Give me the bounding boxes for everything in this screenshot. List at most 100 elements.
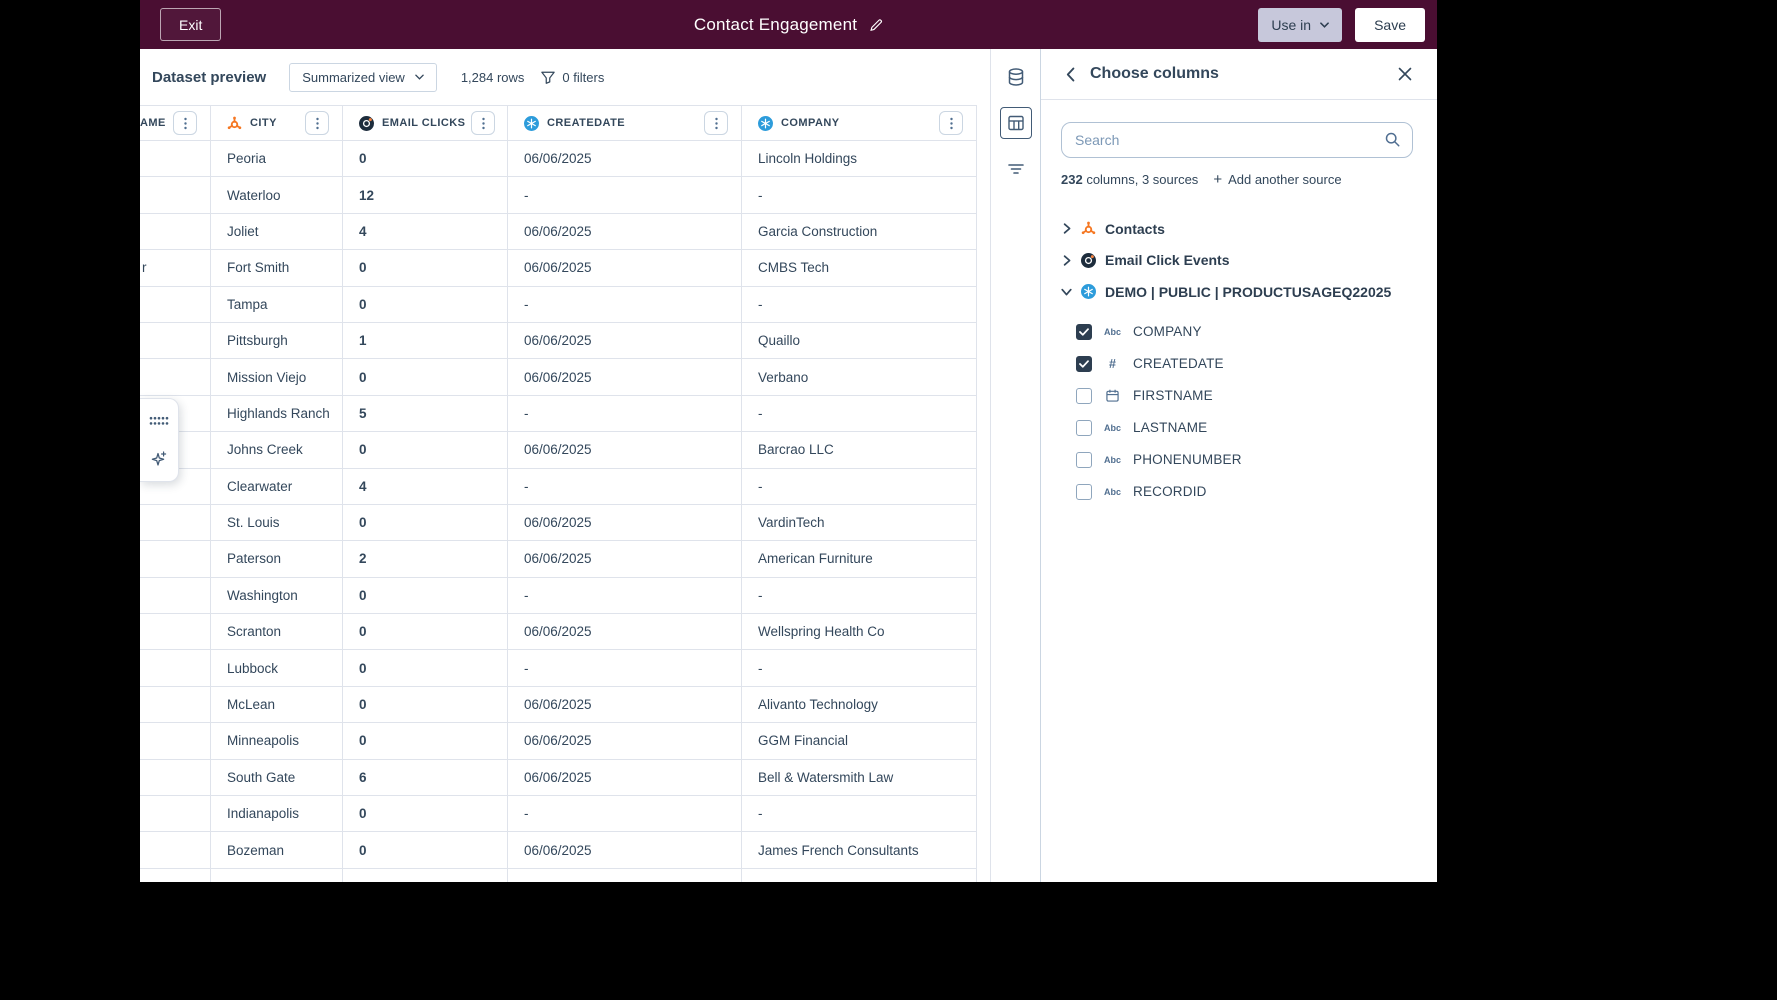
table-row[interactable]: r Fort Smith 0 06/06/2025 CMBS Tech xyxy=(140,250,977,287)
cell-company: CMBS Tech xyxy=(742,250,977,286)
choose-columns-panel: Choose columns 232 columns, 3 sources xyxy=(1040,49,1437,882)
table-row[interactable]: Washington 0- - xyxy=(140,577,977,615)
cell-city: Mission Viejo xyxy=(211,359,343,395)
filter-lines-icon xyxy=(1007,163,1024,175)
column-label: EMAIL CLICKS xyxy=(359,115,465,131)
save-button[interactable]: Save xyxy=(1355,7,1425,42)
cell-city: Tampa xyxy=(211,286,343,322)
checkbox[interactable] xyxy=(1076,451,1092,468)
column-option[interactable]: Abc LASTNAME xyxy=(1061,412,1413,444)
table-row[interactable]: Joliet 4 06/06/2025 Garcia Construction xyxy=(140,213,977,251)
filter-lines-view-button[interactable] xyxy=(1000,153,1032,185)
cell-city: Bozeman xyxy=(211,832,343,868)
column-menu-button[interactable] xyxy=(704,111,728,135)
cell-city: Minneapolis xyxy=(211,723,343,759)
column-menu-button[interactable] xyxy=(939,111,963,135)
kebab-icon xyxy=(949,117,953,130)
column-option[interactable]: Abc COMPANY xyxy=(1061,316,1413,348)
table-row[interactable]: Mission Viejo 0 06/06/2025 Verbano xyxy=(140,359,977,396)
checkbox[interactable] xyxy=(1076,419,1092,436)
source-item[interactable]: DEMO | PUBLIC | PRODUCTUSAGEQ22025 xyxy=(1061,276,1413,308)
cell-city xyxy=(211,868,343,882)
cell-createdate: 06/06/2025 xyxy=(508,322,742,359)
add-source-button[interactable]: + Add another source xyxy=(1213,172,1341,187)
add-source-label: Add another source xyxy=(1228,172,1342,187)
table-row[interactable]: Pittsburgh 1 06/06/2025 Quaillo xyxy=(140,322,977,360)
checkbox[interactable] xyxy=(1076,387,1092,404)
table-header-row: AME CITY EMAIL CLICKS CREATEDATE COMPANY xyxy=(140,105,977,141)
edit-title-pencil-icon[interactable] xyxy=(869,18,883,32)
table-row[interactable]: Peoria 0 06/06/2025 Lincoln Holdings xyxy=(140,141,977,178)
table-row[interactable]: Scranton 0 06/06/2025 Wellspring Health Co xyxy=(140,614,977,651)
table-row[interactable]: Clearwater 4- - xyxy=(140,468,977,505)
chevron-down-icon[interactable] xyxy=(1061,288,1072,296)
preview-toolbar: Dataset preview Summarized view 1,284 ro… xyxy=(140,49,990,105)
table-row[interactable]: McLean 0 06/06/2025 Alivanto Technology xyxy=(140,686,977,724)
cell-name xyxy=(140,650,211,686)
cell-city: Peoria xyxy=(211,141,343,177)
source-item[interactable]: Email Click Events xyxy=(1061,245,1413,277)
close-button[interactable] xyxy=(1396,65,1414,83)
column-menu-button[interactable] xyxy=(305,111,329,135)
column-option[interactable]: Abc RECORDID xyxy=(1061,476,1413,508)
cell-createdate: 06/06/2025 xyxy=(508,141,742,177)
cell-name xyxy=(140,541,211,577)
database-view-button[interactable] xyxy=(1000,61,1032,93)
table-row[interactable]: Indianapolis 0- - xyxy=(140,796,977,833)
cell-createdate: 06/06/2025 xyxy=(508,250,742,286)
table-row[interactable]: Lubbock 0- - xyxy=(140,650,977,687)
column-label: COMPANY xyxy=(758,115,840,131)
filters-button[interactable]: 0 filters xyxy=(541,70,604,85)
cell-city: St. Louis xyxy=(211,504,343,541)
checkbox[interactable] xyxy=(1076,355,1092,372)
checkbox[interactable] xyxy=(1076,323,1092,340)
cell-createdate: - xyxy=(508,650,742,686)
email-click-events-icon xyxy=(359,115,374,131)
table-row[interactable]: South Gate 6 06/06/2025 Bell & Watersmith L… xyxy=(140,759,977,797)
table-row[interactable]: Johns Creek 0 06/06/2025 Barcrao LLC xyxy=(140,432,977,469)
chevron-right-icon[interactable] xyxy=(1061,223,1072,234)
table-row[interactable]: Paterson 2 06/06/2025 American Furniture xyxy=(140,541,977,578)
source-label: Contacts xyxy=(1105,220,1165,237)
column-option[interactable]: Abc PHONENUMBER xyxy=(1061,444,1413,476)
table-body: Peoria 0 06/06/2025 Lincoln Holdings Waterlo… xyxy=(140,141,977,882)
hash-type-icon: # xyxy=(1109,356,1116,371)
table-row[interactable]: Highlands Ranch 5- - xyxy=(140,395,977,433)
source-item[interactable]: Contacts xyxy=(1061,213,1413,245)
table-row[interactable]: St. Louis 0 06/06/2025 VardinTech xyxy=(140,504,977,542)
column-option[interactable]: FIRSTNAME xyxy=(1061,380,1413,412)
table-row[interactable] xyxy=(140,868,977,882)
chevron-right-icon[interactable] xyxy=(1061,255,1072,266)
cell-city: Highlands Ranch xyxy=(211,395,343,432)
column-menu-button[interactable] xyxy=(471,111,496,135)
table-view-button[interactable] xyxy=(999,107,1032,139)
use-in-button[interactable]: Use in xyxy=(1258,7,1343,42)
column-option[interactable]: # CREATEDATE xyxy=(1061,348,1413,380)
column-menu-button[interactable] xyxy=(173,111,197,135)
back-button[interactable] xyxy=(1064,65,1077,84)
table-row[interactable]: Bozeman 0 06/06/2025 James French Consultan… xyxy=(140,832,977,869)
cell-createdate: 06/06/2025 xyxy=(508,541,742,577)
view-selector[interactable]: Summarized view xyxy=(289,62,437,92)
database-icon xyxy=(1008,68,1024,86)
cell-company: Wellspring Health Co xyxy=(742,614,977,650)
cell-email-clicks: 1 xyxy=(343,322,508,359)
kebab-icon xyxy=(315,117,319,130)
table-row[interactable]: Waterloo 12- - xyxy=(140,177,977,214)
cell-company: James French Consultants xyxy=(742,832,977,868)
ai-sparkle-button[interactable] xyxy=(144,444,174,474)
table-row[interactable]: Tampa 0- - xyxy=(140,286,977,323)
column-header: CITY xyxy=(211,106,343,140)
column-option-label: CREATEDATE xyxy=(1133,356,1224,371)
table-row[interactable]: Minneapolis 0 06/06/2025 GGM Financial xyxy=(140,723,977,760)
cell-email-clicks: 0 xyxy=(343,686,508,723)
cell-name xyxy=(140,686,211,723)
search-input[interactable] xyxy=(1061,122,1413,158)
cell-email-clicks: 0 xyxy=(343,614,508,650)
drag-handle[interactable] xyxy=(144,406,174,436)
cell-createdate: 06/06/2025 xyxy=(508,504,742,541)
exit-button[interactable]: Exit xyxy=(160,8,222,41)
cell-city: Scranton xyxy=(211,614,343,650)
cell-email-clicks: 2 xyxy=(343,541,508,577)
checkbox[interactable] xyxy=(1076,483,1092,500)
